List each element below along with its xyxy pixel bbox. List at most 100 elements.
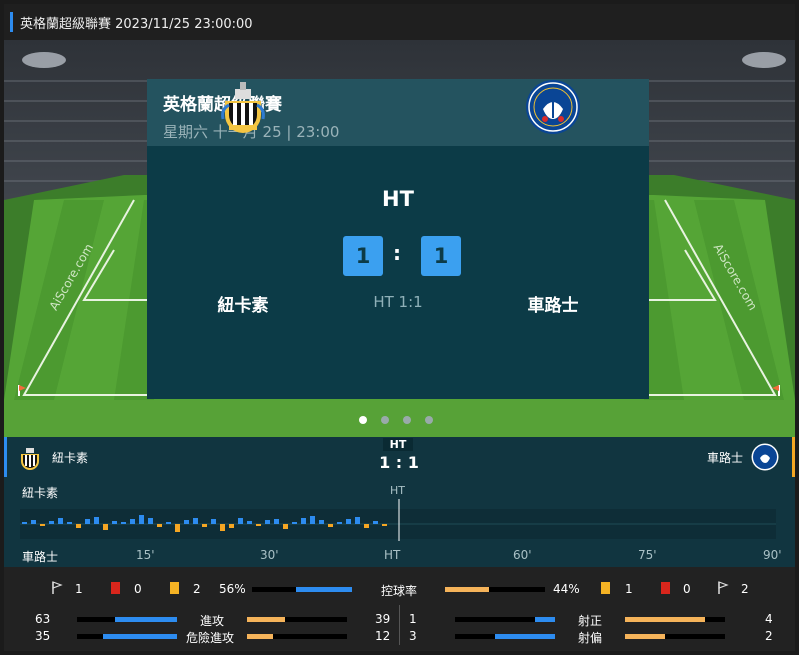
dangerous-away: 12 <box>375 629 391 643</box>
momentum-bar <box>274 519 279 524</box>
momentum-bar <box>265 520 270 524</box>
momentum-bar <box>103 524 108 530</box>
momentum-bar <box>166 522 171 524</box>
momentum-bar <box>175 524 180 532</box>
match-card: 英格蘭超級聯賽 星期六 十一月 25 | 23:00 HT 紐卡素 1 : 1 … <box>147 79 649 399</box>
carousel-dot[interactable] <box>359 416 367 424</box>
momentum-bar <box>85 519 90 524</box>
momentum-bar <box>382 524 387 526</box>
momentum-bar <box>40 524 45 526</box>
newcastle-logo-icon[interactable] <box>215 79 271 135</box>
momentum-bar <box>238 518 243 524</box>
off-target-away-bar <box>625 634 725 639</box>
home-red-card-icon <box>111 582 120 594</box>
attacks-away: 39 <box>375 612 391 626</box>
away-corner-icon <box>718 581 729 594</box>
on-target-home: 1 <box>409 612 417 626</box>
dangerous-away-bar-fill <box>247 634 273 639</box>
off-target-home-bar-fill <box>495 634 555 639</box>
away-yellow-card-icon <box>601 582 610 594</box>
timeline-away-team[interactable]: 車路士 <box>707 449 743 466</box>
timeline-home-team[interactable]: 紐卡素 <box>52 449 88 466</box>
carousel-dot[interactable] <box>425 416 433 424</box>
timeline-status: HT <box>383 438 413 451</box>
title-accent <box>10 12 13 32</box>
momentum-bar <box>310 516 315 524</box>
dangerous-home: 35 <box>35 629 51 643</box>
attacks-label: 進攻 <box>200 614 225 628</box>
momentum-bar <box>346 519 351 524</box>
tick-ht: HT <box>384 548 401 562</box>
momentum-bar <box>202 524 207 527</box>
home-yellow-cards: 2 <box>193 582 201 596</box>
away-yellow-cards: 1 <box>625 582 633 596</box>
home-red-cards: 0 <box>134 582 142 596</box>
home-score: 1 <box>343 236 383 276</box>
home-corners: 1 <box>75 582 83 596</box>
momentum-bar <box>292 522 297 524</box>
momentum-bar <box>373 521 378 524</box>
momentum-bar <box>130 519 135 524</box>
momentum-bar <box>355 517 360 524</box>
momentum-bar <box>139 515 144 524</box>
momentum-bar <box>157 524 162 527</box>
dangerous-home-bar-fill <box>102 634 177 639</box>
timeline-header: 紐卡素 HT 1 : 1 車路士 <box>4 437 795 477</box>
tick-30: 30' <box>260 548 279 562</box>
off-target-home: 3 <box>409 629 417 643</box>
carousel-dot[interactable] <box>403 416 411 424</box>
possession-home-bar-fill <box>296 587 352 592</box>
on-target-away-bar-fill <box>625 617 705 622</box>
score-separator: : <box>393 241 401 265</box>
page-title: 英格蘭超級聯賽 2023/11/25 23:00:00 <box>20 16 253 32</box>
newcastle-small-logo-icon <box>21 448 39 470</box>
momentum-bar <box>211 519 216 524</box>
momentum-bar <box>364 524 369 528</box>
possession-away-bar-fill <box>445 587 489 592</box>
momentum-bar <box>58 518 63 524</box>
momentum-bar <box>229 524 234 528</box>
home-edge-marker <box>4 437 7 477</box>
tick-60: 60' <box>513 548 532 562</box>
attacks-away-bar-fill <box>247 617 286 622</box>
momentum-bar <box>337 522 342 524</box>
attacks-home-bar-fill <box>115 617 177 622</box>
match-status: HT <box>382 187 414 211</box>
away-red-cards: 0 <box>683 582 691 596</box>
off-target-label: 射偏 <box>578 631 603 645</box>
on-target-home-bar <box>455 617 555 622</box>
away-score: 1 <box>421 236 461 276</box>
momentum-bar <box>184 520 189 524</box>
attacks-home: 63 <box>35 612 51 626</box>
title-bar: 英格蘭超級聯賽 2023/11/25 23:00:00 <box>4 4 795 40</box>
away-red-card-icon <box>661 582 670 594</box>
chelsea-small-logo-icon <box>751 443 779 471</box>
chelsea-logo-icon[interactable] <box>525 79 581 135</box>
carousel-dot[interactable] <box>381 416 389 424</box>
momentum-bar <box>76 524 81 528</box>
off-target-home-bar <box>455 634 555 639</box>
momentum-bar <box>256 524 261 526</box>
away-edge-marker <box>792 437 795 477</box>
match-timeline: 紐卡素 HT 1 : 1 車路士 紐卡素 HT 車路士 15' 30' HT 6… <box>4 437 795 567</box>
tick-90: 90' <box>763 548 782 562</box>
possession-away: 44% <box>553 582 580 596</box>
stats-divider <box>399 605 400 645</box>
momentum-bar <box>328 524 333 527</box>
away-team-name[interactable]: 車路士 <box>493 291 613 316</box>
dangerous-home-bar <box>77 634 177 639</box>
momentum-bar <box>22 522 27 524</box>
possession-home: 56% <box>219 582 246 596</box>
momentum-bar <box>67 522 72 524</box>
off-target-away: 2 <box>765 629 773 643</box>
momentum-bar <box>49 521 54 524</box>
momentum-bar <box>247 521 252 524</box>
possession-label: 控球率 <box>381 584 418 598</box>
on-target-home-bar-fill <box>535 617 555 622</box>
stats-panel: 1 0 2 56% 控球率 44% 1 0 2 63 進攻 39 35 危險進攻… <box>4 567 795 651</box>
off-target-away-bar-fill <box>625 634 665 639</box>
home-corner-icon <box>52 581 63 594</box>
tick-15: 15' <box>136 548 155 562</box>
momentum-bar <box>121 522 126 524</box>
stadium-background: AiScore.com AiScore.com 英格蘭超級聯賽 星期六 十一月 … <box>4 40 795 437</box>
